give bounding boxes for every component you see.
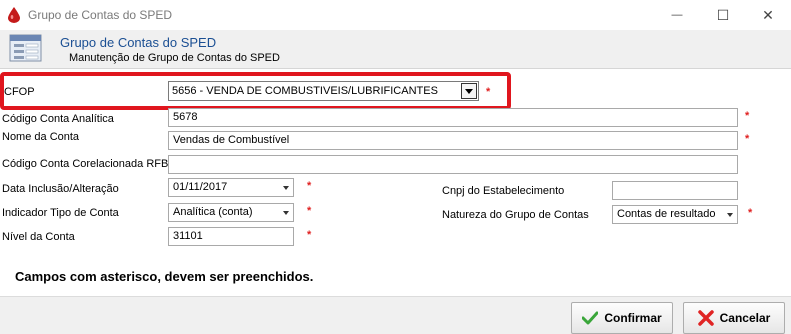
close-icon: ✕ [762, 6, 774, 23]
cfop-select[interactable]: 5656 - VENDA DE COMBUSTIVEIS/LUBRIFICANT… [168, 81, 479, 101]
minimize-icon: — [671, 9, 683, 21]
chevron-down-icon [283, 186, 289, 190]
cfop-dropdown-button[interactable] [461, 83, 477, 99]
minimize-button[interactable]: — [654, 0, 700, 30]
codigo-conta-corelacionada-field[interactable] [168, 155, 738, 174]
drop-icon [8, 7, 20, 23]
indicador-tipo-select[interactable]: Analítica (conta) [168, 203, 294, 222]
nome-da-conta-label: Nome da Conta [2, 131, 80, 143]
natureza-grupo-label: Natureza do Grupo de Contas [442, 209, 589, 221]
form-icon [9, 34, 42, 62]
check-icon [582, 311, 599, 325]
indicador-tipo-value: Analítica (conta) [173, 206, 253, 218]
required-fields-notice: Campos com asterisco, devem ser preenchi… [15, 269, 314, 284]
nivel-da-conta-field[interactable]: 31101 [168, 227, 294, 246]
window-title: Grupo de Contas do SPED [28, 8, 173, 22]
header-divider [0, 68, 791, 69]
nivel-da-conta-label: Nível da Conta [2, 231, 75, 243]
title-bar: Grupo de Contas do SPED — ☐ ✕ [0, 0, 791, 30]
codigo-conta-analitica-field[interactable]: 5678 [168, 108, 738, 127]
cnpj-estabelecimento-label: Cnpj do Estabelecimento [442, 185, 565, 197]
codigo-conta-analitica-required-mark: * [745, 110, 750, 122]
x-icon [697, 310, 714, 326]
natureza-grupo-select[interactable]: Contas de resultado [612, 205, 738, 224]
confirm-button-label: Confirmar [604, 311, 662, 325]
data-inclusao-value: 01/11/2017 [173, 181, 228, 193]
close-button[interactable]: ✕ [745, 0, 791, 30]
codigo-conta-analitica-label: Código Conta Analítica [2, 113, 114, 125]
header-title: Grupo de Contas do SPED [60, 35, 217, 50]
nome-da-conta-required-mark: * [745, 133, 750, 145]
header-subtitle: Manutenção de Grupo de Contas do SPED [69, 52, 280, 64]
cfop-label: CFOP [4, 86, 35, 98]
chevron-down-icon [283, 211, 289, 215]
maximize-icon: ☐ [716, 6, 730, 23]
natureza-grupo-required-mark: * [748, 207, 753, 219]
nome-da-conta-field[interactable]: Vendas de Combustível [168, 131, 738, 150]
chevron-down-icon [465, 88, 473, 94]
data-inclusao-required-mark: * [307, 180, 312, 192]
indicador-tipo-label: Indicador Tipo de Conta [2, 207, 119, 219]
data-inclusao-picker[interactable]: 01/11/2017 [168, 178, 294, 197]
cancel-button-label: Cancelar [719, 311, 771, 325]
cfop-required-mark: * [486, 86, 491, 98]
indicador-tipo-required-mark: * [307, 205, 312, 217]
chevron-down-icon [727, 213, 733, 217]
confirm-button[interactable]: Confirmar [571, 302, 673, 334]
cnpj-estabelecimento-field[interactable] [612, 181, 738, 200]
cancel-button[interactable]: Cancelar [683, 302, 785, 334]
codigo-conta-corelacionada-label: Código Conta Corelacionada RFB [2, 158, 169, 170]
nivel-da-conta-required-mark: * [307, 229, 312, 241]
maximize-button[interactable]: ☐ [700, 0, 746, 30]
cfop-value: 5656 - VENDA DE COMBUSTIVEIS/LUBRIFICANT… [172, 85, 438, 97]
form-header: Grupo de Contas do SPED Manutenção de Gr… [0, 30, 791, 68]
data-inclusao-label: Data Inclusão/Alteração [2, 183, 119, 195]
natureza-grupo-value: Contas de resultado [617, 208, 716, 220]
